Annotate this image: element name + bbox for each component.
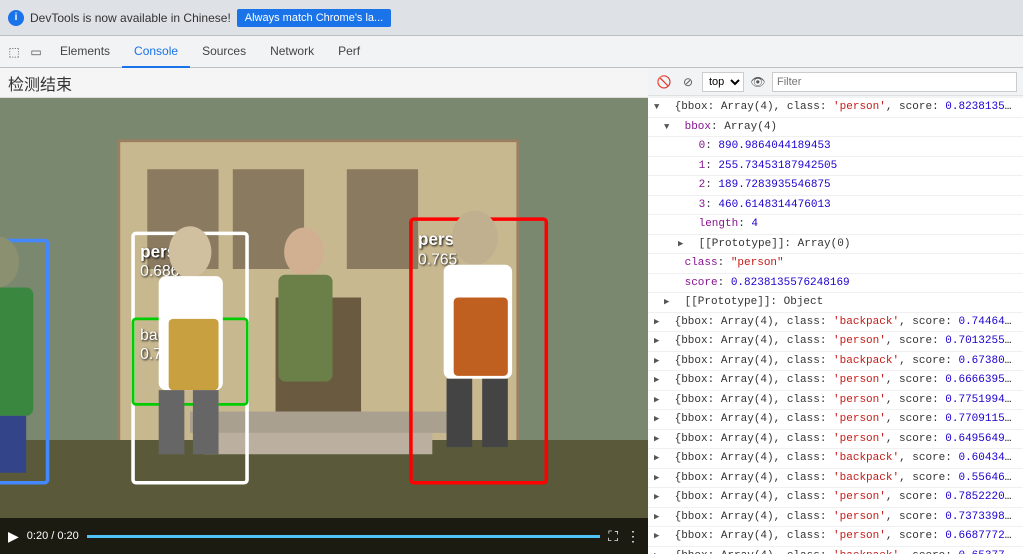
- context-selector[interactable]: top: [702, 72, 744, 92]
- expand-arrow: [654, 394, 664, 408]
- expand-arrow: [654, 472, 664, 486]
- console-line-bbox-length[interactable]: length: 4: [648, 215, 1023, 235]
- expand-arrow: [654, 511, 664, 525]
- console-line-item-7[interactable]: {bbox: Array(4), class: 'person', score:…: [648, 430, 1023, 450]
- notification-text: DevTools is now available in Chinese!: [30, 11, 231, 25]
- console-line-bbox-2[interactable]: 2: 189.7283935546875: [648, 176, 1023, 196]
- progress-fill: [87, 535, 600, 538]
- expand-arrow: [654, 550, 664, 554]
- video-container: person 0.713 person 0.686 backpack 0.727: [0, 98, 648, 554]
- progress-bar[interactable]: [87, 535, 600, 538]
- console-line-bbox-3[interactable]: 3: 460.6148314476013: [648, 196, 1023, 216]
- video-controls: ▶ 0:20 / 0:20 ⛶ ⋮: [0, 518, 648, 554]
- eye-icon[interactable]: 👁: [748, 72, 768, 92]
- expand-arrow: [664, 121, 674, 135]
- left-panel: person 0.713 person 0.686 backpack 0.727: [0, 98, 648, 554]
- devtools-info: i DevTools is now available in Chinese!: [8, 10, 231, 26]
- devtools-nav-tabs: ⬚ ▭ Elements Console Sources Network Per…: [0, 36, 1023, 68]
- tab-console[interactable]: Console: [122, 36, 190, 68]
- console-panel: {bbox: Array(4), class: 'person', score:…: [648, 98, 1023, 554]
- console-line-item-3[interactable]: {bbox: Array(4), class: 'backpack', scor…: [648, 352, 1023, 372]
- fullscreen-button[interactable]: ⛶: [608, 528, 618, 545]
- console-line-item-13[interactable]: {bbox: Array(4), class: 'backpack', scor…: [648, 547, 1023, 554]
- console-line-item-4[interactable]: {bbox: Array(4), class: 'person', score:…: [648, 371, 1023, 391]
- console-line-item-12[interactable]: {bbox: Array(4), class: 'person', score:…: [648, 527, 1023, 547]
- console-line-bbox-1[interactable]: 1: 255.73453187942505: [648, 157, 1023, 177]
- console-line-item-8[interactable]: {bbox: Array(4), class: 'backpack', scor…: [648, 449, 1023, 469]
- console-line-main[interactable]: {bbox: Array(4), class: 'person', score:…: [648, 98, 1023, 118]
- info-icon: i: [8, 10, 24, 26]
- console-line-item-5[interactable]: {bbox: Array(4), class: 'person', score:…: [648, 391, 1023, 411]
- expand-arrow: [654, 491, 664, 505]
- time-display: 0:20 / 0:20: [27, 530, 79, 542]
- expand-arrow: [678, 238, 688, 252]
- expand-arrow: [654, 374, 664, 388]
- console-line-prototype-array[interactable]: [[Prototype]]: Array(0): [648, 235, 1023, 255]
- expand-arrow: [654, 530, 664, 544]
- tab-elements[interactable]: Elements: [48, 36, 122, 68]
- expand-arrow: [654, 101, 664, 115]
- console-line-item-2[interactable]: {bbox: Array(4), class: 'person', score:…: [648, 332, 1023, 352]
- page-title: 检测结束: [8, 71, 72, 95]
- expand-arrow: [654, 433, 664, 447]
- tab-network[interactable]: Network: [258, 36, 326, 68]
- tab-performance[interactable]: Perf: [326, 36, 372, 68]
- expand-arrow: [664, 296, 674, 310]
- console-line-bbox-0[interactable]: 0: 890.9864044189453: [648, 137, 1023, 157]
- expand-arrow: [654, 335, 664, 349]
- expand-arrow: [654, 413, 664, 427]
- cursor-icon[interactable]: ⬚: [4, 42, 24, 62]
- console-line-item-10[interactable]: {bbox: Array(4), class: 'person', score:…: [648, 488, 1023, 508]
- filter-input[interactable]: [772, 72, 1017, 92]
- expand-arrow: [654, 355, 664, 369]
- hide-network-button[interactable]: ⊘: [678, 72, 698, 92]
- console-line-score[interactable]: score: 0.8238135576248169: [648, 274, 1023, 294]
- mobile-icon[interactable]: ▭: [26, 42, 46, 62]
- main-content: person 0.713 person 0.686 backpack 0.727: [0, 98, 1023, 554]
- console-toolbar: 🚫 ⊘ top 👁: [648, 68, 1023, 96]
- more-options-button[interactable]: ⋮: [626, 528, 640, 545]
- tab-sources[interactable]: Sources: [190, 36, 258, 68]
- devtools-notification-bar: i DevTools is now available in Chinese! …: [0, 0, 1023, 36]
- clear-console-button[interactable]: 🚫: [654, 72, 674, 92]
- console-line-item-6[interactable]: {bbox: Array(4), class: 'person', score:…: [648, 410, 1023, 430]
- console-line-class[interactable]: class: "person": [648, 254, 1023, 274]
- expand-arrow: [654, 316, 664, 330]
- match-language-button[interactable]: Always match Chrome's la...: [237, 9, 391, 27]
- console-line-item-11[interactable]: {bbox: Array(4), class: 'person', score:…: [648, 508, 1023, 528]
- play-button[interactable]: ▶: [8, 528, 19, 545]
- console-line-item-1[interactable]: {bbox: Array(4), class: 'backpack', scor…: [648, 313, 1023, 333]
- console-line-bbox[interactable]: bbox: Array(4): [648, 118, 1023, 138]
- console-line-prototype-obj[interactable]: [[Prototype]]: Object: [648, 293, 1023, 313]
- console-line-item-9[interactable]: {bbox: Array(4), class: 'backpack', scor…: [648, 469, 1023, 489]
- expand-arrow: [654, 452, 664, 466]
